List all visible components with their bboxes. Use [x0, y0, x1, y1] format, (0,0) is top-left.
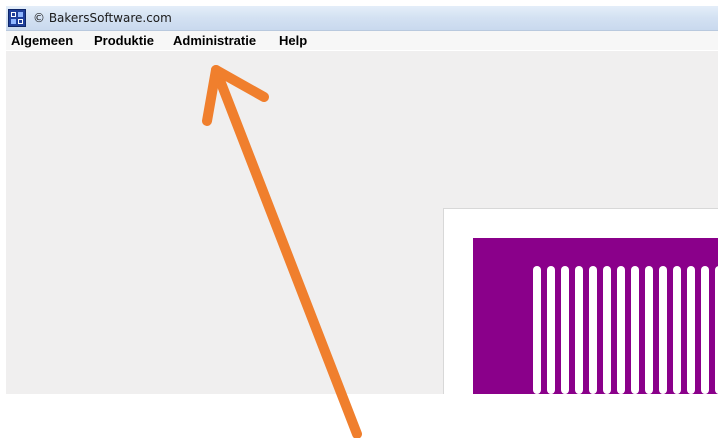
menu-item-algemeen[interactable]: Algemeen [11, 33, 73, 48]
bakers-logo-image [473, 238, 718, 394]
window-title: © BakersSoftware.com [33, 11, 172, 25]
menu-item-administratie[interactable]: Administratie [173, 33, 256, 48]
app-icon[interactable] [8, 9, 26, 27]
title-bar: © BakersSoftware.com [6, 6, 718, 31]
menu-item-help[interactable]: Help [279, 33, 307, 48]
menu-item-produktie[interactable]: Produktie [94, 33, 154, 48]
screenshot: © BakersSoftware.com Algemeen Produktie … [0, 0, 718, 438]
menu-bar: Algemeen Produktie Administratie Help [6, 31, 718, 51]
